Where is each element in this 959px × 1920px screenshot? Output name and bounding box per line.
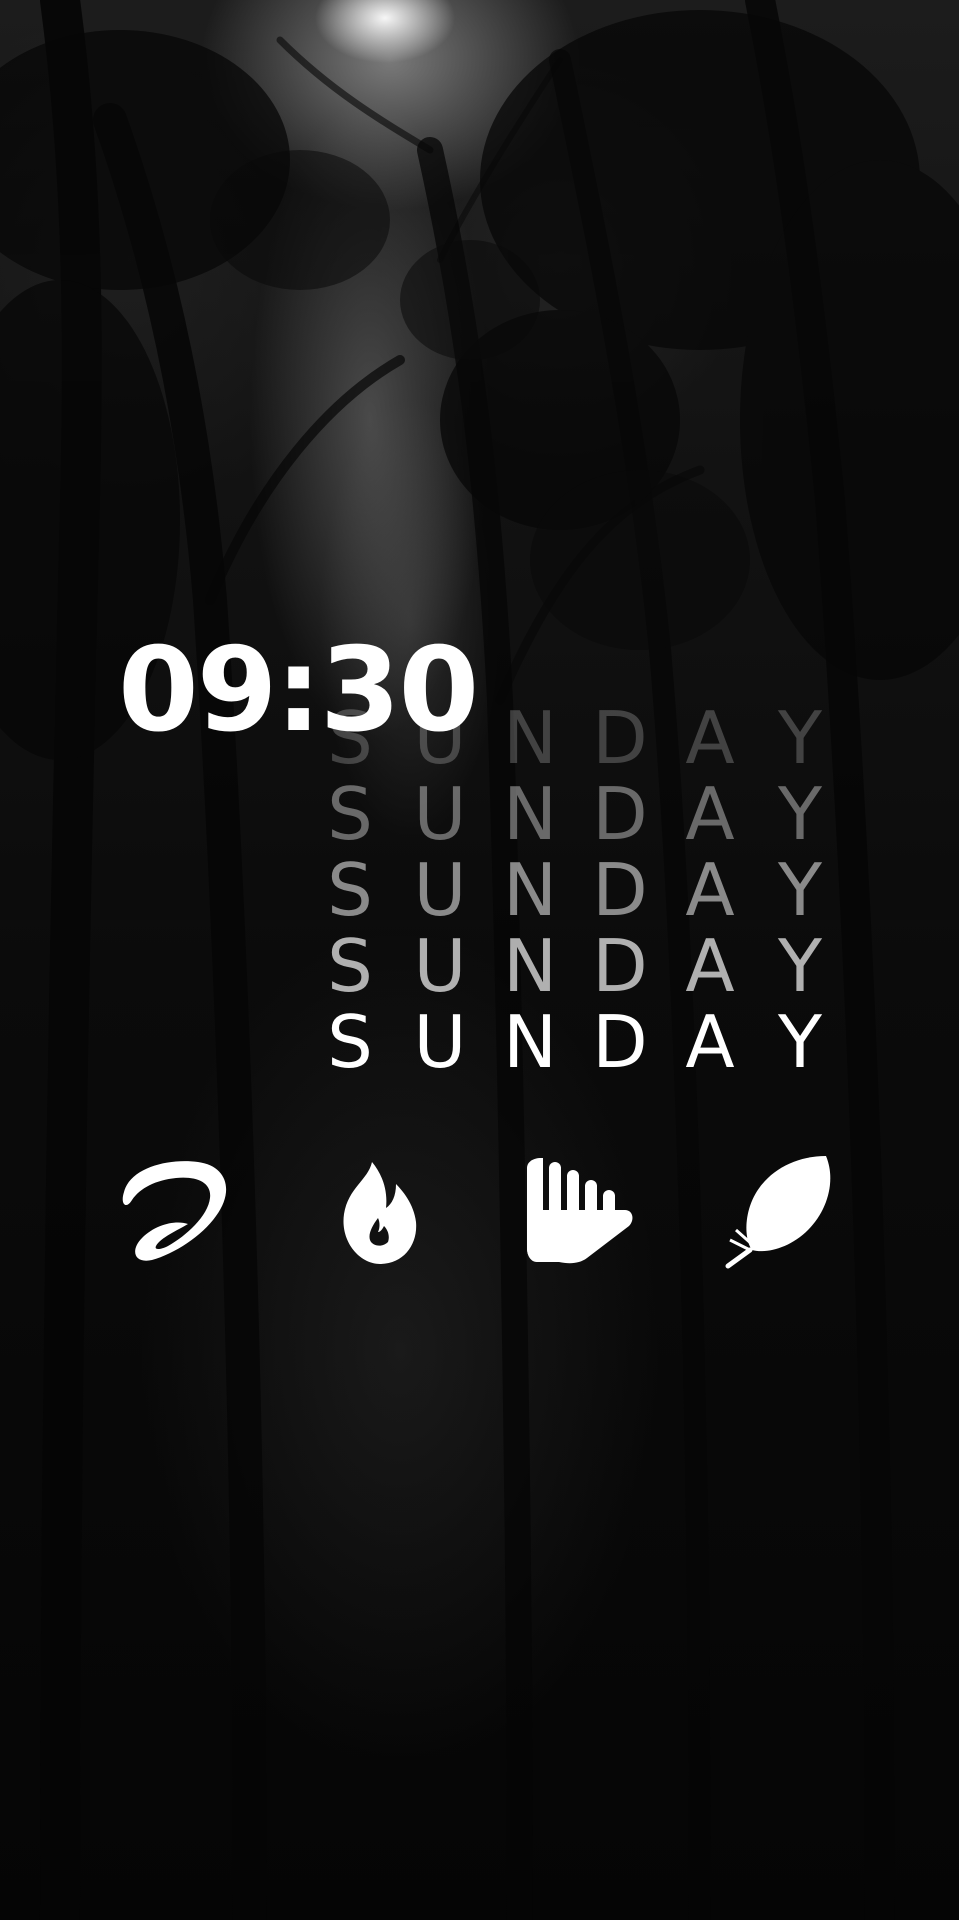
day-letter: D [592, 1000, 648, 1084]
deezer-icon [527, 1158, 633, 1264]
day-letter: Y [778, 772, 822, 856]
feather-app-button[interactable] [720, 1150, 840, 1270]
home-screen: 09:30 S U N D A Y S U N D A Y S U N D A … [0, 0, 959, 1920]
day-letter: Y [778, 696, 822, 780]
day-letter: D [592, 848, 648, 932]
day-letter: S [327, 848, 373, 932]
tinder-icon [343, 1162, 417, 1264]
day-row: S U N D A Y [305, 1004, 845, 1080]
day-letter: U [413, 848, 467, 932]
day-letter: S [327, 924, 373, 1008]
deezer-app-button[interactable] [517, 1150, 637, 1270]
day-letter: D [592, 924, 648, 1008]
day-row: S U N D A Y [305, 852, 845, 928]
clock-time[interactable]: 09:30 [118, 626, 498, 756]
app-dock [0, 1150, 959, 1280]
day-letter: N [503, 696, 557, 780]
day-letter: U [413, 1000, 467, 1084]
day-letter: A [685, 848, 735, 932]
airtel-icon [122, 1161, 227, 1261]
day-letter: D [592, 696, 648, 780]
day-letter: U [413, 772, 467, 856]
airtel-app-button[interactable] [116, 1150, 236, 1270]
day-letter: Y [778, 848, 822, 932]
tinder-app-button[interactable] [318, 1150, 438, 1270]
day-letter: U [413, 924, 467, 1008]
day-letter: N [503, 848, 557, 932]
day-letter: S [327, 1000, 373, 1084]
day-letter: A [685, 1000, 735, 1084]
day-row: S U N D A Y [305, 928, 845, 1004]
day-letter: N [503, 772, 557, 856]
day-letter: A [685, 772, 735, 856]
day-letter: N [503, 924, 557, 1008]
day-letter: Y [778, 1000, 822, 1084]
day-letter: A [685, 924, 735, 1008]
day-letter: D [592, 772, 648, 856]
day-row: S U N D A Y [305, 776, 845, 852]
day-letter: S [327, 772, 373, 856]
day-letter: Y [778, 924, 822, 1008]
day-letter: A [685, 696, 735, 780]
feather-icon [725, 1156, 831, 1269]
day-letter: N [503, 1000, 557, 1084]
